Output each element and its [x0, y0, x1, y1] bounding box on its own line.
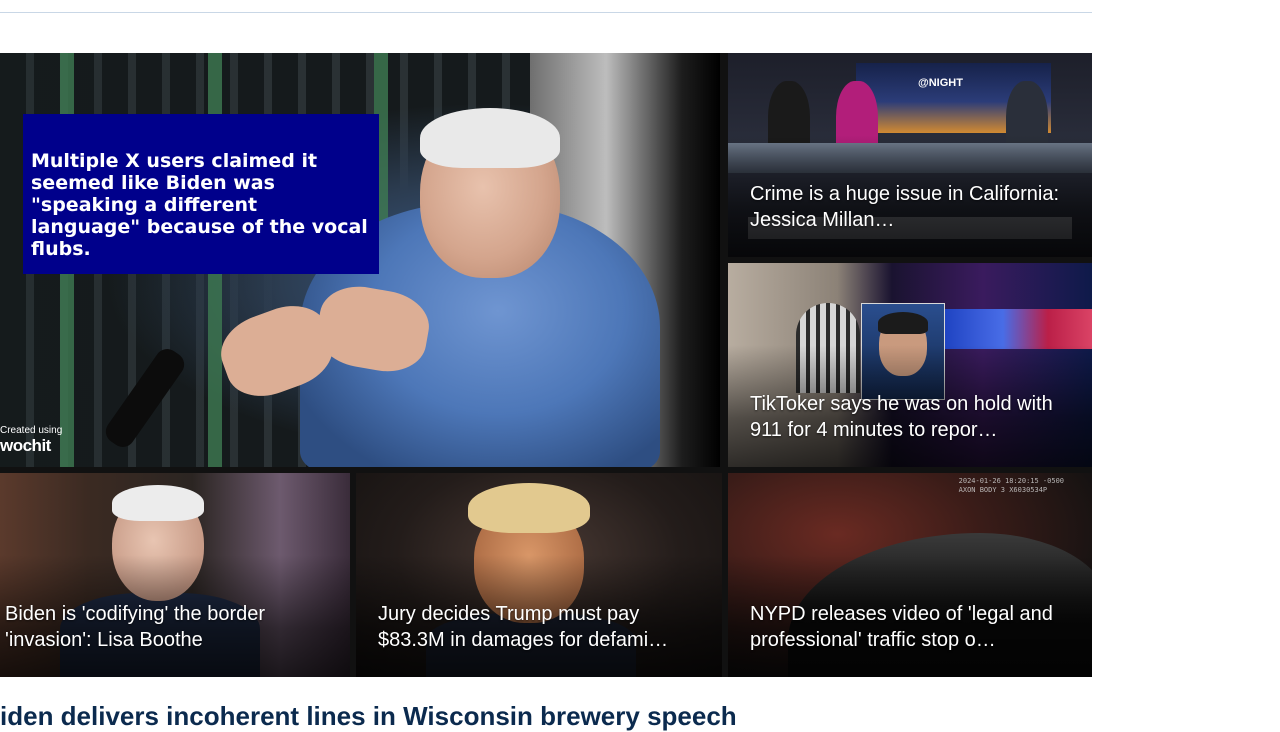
video-grid: Multiple X users claimed it seemed like …	[0, 53, 1092, 677]
video-tile-crime[interactable]: @NIGHT Crime is a huge issue in Californ…	[728, 53, 1092, 257]
subject-hair	[468, 483, 590, 533]
tile-headline[interactable]: Crime is a huge issue in California: Jes…	[750, 181, 1074, 233]
video-caption-box: Multiple X users claimed it seemed like …	[23, 114, 379, 274]
bodycam-overlay: 2024-01-26 18:20:15 -0500 AXON BODY 3 X6…	[959, 477, 1064, 495]
video-tile-trump-jury[interactable]: Jury decides Trump must pay $83.3M in da…	[356, 473, 722, 677]
bodycam-timestamp: 2024-01-26 18:20:15 -0500	[958, 477, 1064, 485]
main-video-player[interactable]: Multiple X users claimed it seemed like …	[0, 53, 720, 467]
microphone	[101, 344, 189, 452]
portrait-hair	[878, 312, 928, 334]
tile-headline[interactable]: Biden is 'codifying' the border 'invasio…	[5, 601, 332, 653]
tile-headline[interactable]: NYPD releases video of 'legal and profes…	[750, 601, 1074, 653]
video-caption-text: Multiple X users claimed it seemed like …	[31, 150, 368, 260]
top-divider	[0, 12, 1092, 13]
tile-headline[interactable]: TikToker says he was on hold with 911 fo…	[750, 391, 1074, 443]
speaker-hair	[420, 108, 560, 168]
bodycam-device: AXON BODY 3 X6030534P	[958, 486, 1048, 494]
watermark-brand: wochit	[0, 436, 51, 455]
police-lights	[943, 309, 1092, 349]
video-tile-tiktok[interactable]: TikToker says he was on hold with 911 fo…	[728, 263, 1092, 467]
article-headline[interactable]: iden delivers incoherent lines in Wiscon…	[0, 700, 1092, 732]
video-tile-biden-border[interactable]: Biden is 'codifying' the border 'invasio…	[0, 473, 350, 677]
video-watermark: Created using wochit	[0, 425, 62, 455]
video-tile-nypd[interactable]: 2024-01-26 18:20:15 -0500 AXON BODY 3 X6…	[728, 473, 1092, 677]
subject-hair	[112, 485, 204, 521]
tile-headline[interactable]: Jury decides Trump must pay $83.3M in da…	[378, 601, 704, 653]
studio-logo: @NIGHT	[918, 77, 963, 89]
